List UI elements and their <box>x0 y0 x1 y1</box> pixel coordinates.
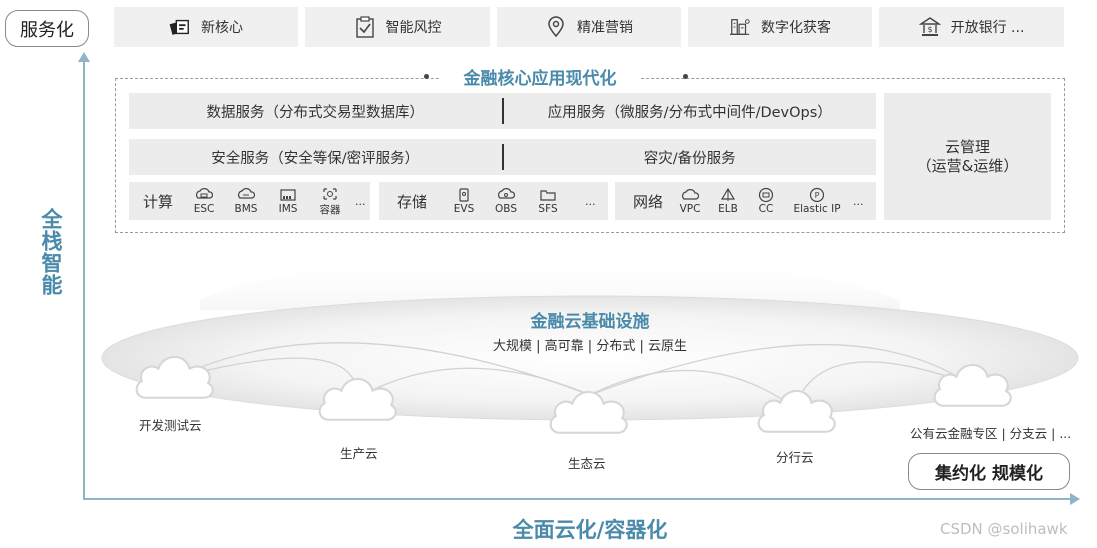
cloud-label-dev-test: 开发测试云 <box>139 418 202 433</box>
cloud-label-production: 生产云 <box>340 446 378 461</box>
cloud-label-public-finance: 公有云金融专区 | 分支云 | ... <box>910 426 1072 441</box>
watermark: CSDN @solihawk <box>940 520 1068 538</box>
intensive-scale-badge: 集约化 规模化 <box>908 453 1070 490</box>
infra-subtitle: 大规模 | 高可靠 | 分布式 | 云原生 <box>493 339 687 354</box>
cloud-label-branch: 分行云 <box>776 450 814 465</box>
infra-title: 金融云基础设施 <box>530 312 650 332</box>
cloud-label-ecosystem: 生态云 <box>568 456 606 471</box>
